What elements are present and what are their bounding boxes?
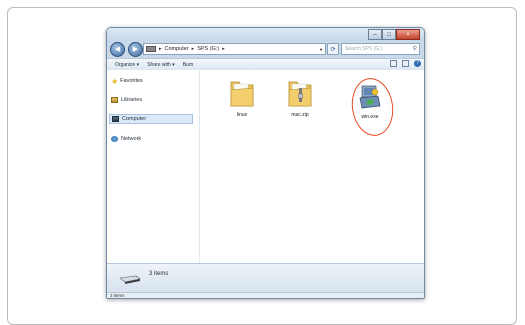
search-placeholder: Search SPS (G:) bbox=[345, 46, 383, 52]
view-controls: ? bbox=[390, 60, 421, 67]
refresh-button[interactable]: ⟳ bbox=[327, 43, 339, 55]
nav-item-label: Favorites bbox=[120, 78, 143, 84]
file-name: mac.zip bbox=[291, 112, 309, 118]
caption-buttons: – □ × bbox=[368, 29, 420, 40]
breadcrumb-separator: ▸ bbox=[159, 46, 162, 52]
library-icon bbox=[111, 97, 118, 103]
nav-item-libraries[interactable]: Libraries bbox=[111, 95, 142, 105]
change-view-icon[interactable] bbox=[390, 60, 397, 67]
usb-drive-icon bbox=[119, 275, 141, 284]
computer-icon bbox=[112, 116, 119, 122]
zip-folder-icon bbox=[288, 81, 312, 107]
minimize-button[interactable]: – bbox=[368, 29, 382, 40]
status-bar: 3 items bbox=[107, 292, 424, 298]
breadcrumb-separator: ▸ bbox=[222, 46, 225, 52]
navigation-pane: ★ Favorites Libraries Computer Network bbox=[107, 70, 200, 263]
nav-item-label: Network bbox=[121, 136, 142, 142]
search-input[interactable]: Search SPS (G:) ⚲ bbox=[341, 43, 420, 55]
file-item-mac-zip[interactable]: mac.zip bbox=[278, 78, 322, 118]
breadcrumb-drive[interactable]: SPS (G:) bbox=[197, 46, 219, 52]
nav-item-favorites[interactable]: ★ Favorites bbox=[111, 76, 143, 86]
folder-icon bbox=[230, 81, 254, 107]
file-item-linux[interactable]: linux bbox=[220, 78, 264, 118]
address-bar[interactable]: ▸ Computer ▸ SPS (G:) ▸ ▼ bbox=[143, 43, 326, 55]
chevron-down-icon[interactable]: ▼ bbox=[319, 47, 323, 52]
title-bar[interactable]: – □ × bbox=[107, 28, 424, 41]
nav-item-computer[interactable]: Computer bbox=[109, 114, 193, 124]
explorer-window: – □ × ◀ ▶ ▸ Computer ▸ SPS (G:) ▸ ▼ ⟳ Se… bbox=[106, 27, 425, 299]
drive-icon bbox=[146, 46, 156, 52]
burn-button[interactable]: Burn bbox=[183, 62, 194, 68]
nav-item-label: Libraries bbox=[121, 97, 143, 103]
close-button[interactable]: × bbox=[396, 29, 420, 40]
breadcrumb-separator: ▸ bbox=[191, 46, 195, 52]
star-icon: ★ bbox=[111, 76, 119, 86]
nav-item-label: Computer bbox=[122, 116, 147, 122]
maximize-button[interactable]: □ bbox=[382, 29, 396, 40]
help-icon[interactable]: ? bbox=[414, 60, 421, 67]
network-icon bbox=[111, 136, 118, 142]
preview-pane-icon[interactable] bbox=[402, 60, 409, 67]
organize-menu[interactable]: Organize ▾ bbox=[115, 62, 139, 68]
navigation-bar: ◀ ▶ ▸ Computer ▸ SPS (G:) ▸ ▼ ⟳ Search S… bbox=[107, 41, 424, 58]
back-button[interactable]: ◀ bbox=[110, 42, 125, 57]
file-name: linux bbox=[236, 112, 248, 118]
nav-item-network[interactable]: Network bbox=[111, 134, 141, 144]
details-pane: 3 items bbox=[107, 263, 424, 293]
forward-button[interactable]: ▶ bbox=[128, 42, 143, 57]
item-count: 3 items bbox=[149, 271, 169, 277]
search-icon[interactable]: ⚲ bbox=[413, 45, 417, 52]
share-with-menu[interactable]: Share with ▾ bbox=[147, 62, 175, 68]
breadcrumb-computer[interactable]: Computer bbox=[165, 46, 189, 52]
